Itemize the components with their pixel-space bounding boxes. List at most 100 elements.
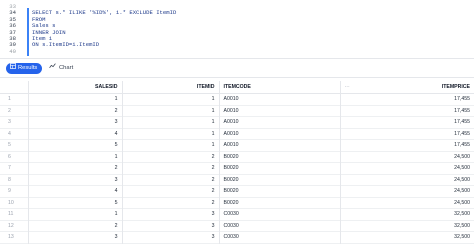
cell-salesid[interactable]: 4	[28, 128, 123, 140]
cell-salesid[interactable]: 1	[28, 208, 123, 220]
row-number[interactable]: 10	[0, 197, 29, 209]
column-header-itemcode[interactable]: ITEMCODE	[219, 81, 341, 94]
cell-salesid[interactable]: 2	[28, 220, 123, 232]
code-text[interactable]: ON s.ItemID=i.ItemID	[32, 41, 99, 48]
cell-itemid[interactable]: 2	[122, 185, 220, 197]
sql-editor[interactable]: 33 34 SELECT s.* ILIKE '%ID%', i.* EXCLUDE…	[0, 0, 474, 58]
cell-itemprice[interactable]: 24,500	[340, 163, 474, 175]
cell-itemprice[interactable]: 17,455	[340, 128, 474, 140]
cell-itemprice[interactable]: 32,500	[340, 209, 474, 221]
table-grid-icon	[10, 63, 16, 74]
table-row[interactable]: 10 5 2 B0020 24,500	[0, 197, 474, 209]
cell-itemprice[interactable]: 32,500	[340, 220, 474, 232]
cell-itemcode[interactable]: A0010	[219, 139, 341, 151]
cell-salesid[interactable]: 2	[28, 105, 123, 117]
code-text[interactable]: SELECT s.* ILIKE '%ID%', i.* EXCLUDE Ite…	[32, 9, 176, 16]
cell-itemid[interactable]: 1	[122, 116, 220, 128]
cell-salesid[interactable]: 3	[28, 231, 123, 243]
row-number[interactable]: 7	[0, 162, 29, 174]
cell-salesid[interactable]: 5	[28, 197, 123, 209]
table-row[interactable]: 12 2 3 C0030 32,500	[0, 220, 474, 232]
row-number[interactable]: 6	[0, 151, 29, 163]
row-number[interactable]: 3	[0, 116, 29, 128]
cell-itemcode[interactable]: B0020	[219, 197, 341, 209]
cell-itemcode[interactable]: B0020	[219, 162, 341, 174]
cell-itemid[interactable]: 3	[122, 231, 220, 243]
cell-itemid[interactable]: 1	[122, 128, 220, 140]
cell-itemid[interactable]: 1	[122, 93, 220, 105]
tab-chart-label: Chart	[59, 65, 74, 71]
table-header-row: SALESID ITEMID ITEMCODE ··· ITEMPRICE	[0, 81, 474, 94]
cell-salesid[interactable]: 4	[28, 185, 123, 197]
table-row[interactable]: 8 3 2 B0020 24,500	[0, 174, 474, 186]
editor-results-divider[interactable]	[0, 58, 474, 59]
cell-itemcode[interactable]: B0020	[219, 151, 341, 163]
cell-itemprice[interactable]: 32,500	[340, 232, 474, 244]
table-row[interactable]: 2 2 1 A0010 17,455	[0, 105, 474, 117]
row-number[interactable]: 12	[0, 220, 29, 232]
column-header-itemprice-label: ITEMPRICE	[441, 84, 470, 90]
cell-itemcode[interactable]: A0010	[219, 93, 341, 105]
cell-itemprice[interactable]: 24,500	[340, 174, 474, 186]
line-number: 40	[9, 47, 16, 55]
cell-itemid[interactable]: 1	[122, 139, 220, 151]
cell-itemcode[interactable]: B0020	[219, 185, 341, 197]
table-row[interactable]: 13 3 3 C0030 32,500	[0, 231, 474, 244]
table-row[interactable]: 7 2 2 B0020 24,500	[0, 162, 474, 175]
cell-salesid[interactable]: 1	[28, 93, 123, 105]
cell-salesid[interactable]: 1	[28, 151, 123, 163]
cell-salesid[interactable]: 3	[28, 174, 123, 186]
row-number[interactable]: 1	[0, 93, 29, 105]
editor-line[interactable]: 40	[0, 48, 16, 55]
column-header-salesid[interactable]: SALESID	[28, 81, 123, 94]
cell-itemprice[interactable]: 17,455	[340, 94, 474, 106]
row-number[interactable]: 2	[0, 105, 29, 117]
row-number[interactable]: 5	[0, 139, 29, 151]
line-chart-icon	[49, 63, 56, 74]
row-number[interactable]: 8	[0, 174, 29, 186]
table-row[interactable]: 6 1 2 B0020 24,500	[0, 151, 474, 163]
table-row[interactable]: 1 1 1 A0010 17,455	[0, 93, 474, 106]
cell-itemcode[interactable]: C0030	[219, 208, 341, 220]
tab-results-label: Results	[18, 65, 38, 71]
cell-itemid[interactable]: 2	[122, 162, 220, 174]
table-row[interactable]: 5 5 1 A0010 17,455	[0, 139, 474, 152]
cell-salesid[interactable]: 3	[28, 116, 123, 128]
cell-itemcode[interactable]: C0030	[219, 220, 341, 232]
tabs-divider	[0, 77, 474, 78]
column-menu-icon[interactable]: ···	[345, 81, 350, 93]
tab-chart[interactable]: Chart	[49, 63, 73, 74]
cell-itemid[interactable]: 2	[122, 197, 220, 209]
cell-itemcode[interactable]: B0020	[219, 174, 341, 186]
result-tabs: Results Chart	[0, 62, 474, 78]
cell-itemcode[interactable]: A0010	[219, 116, 341, 128]
cell-itemprice[interactable]: 17,455	[340, 140, 474, 152]
cell-itemid[interactable]: 3	[122, 208, 220, 220]
row-number[interactable]: 11	[0, 208, 29, 220]
cell-itemprice[interactable]: 24,500	[340, 186, 474, 198]
table-row[interactable]: 11 1 3 C0030 32,500	[0, 208, 474, 221]
table-row[interactable]: 3 3 1 A0010 17,455	[0, 116, 474, 129]
cell-itemcode[interactable]: C0030	[219, 231, 341, 243]
tab-results[interactable]: Results	[6, 63, 43, 74]
column-header-itemid[interactable]: ITEMID	[122, 81, 220, 94]
cell-salesid[interactable]: 2	[28, 162, 123, 174]
row-number[interactable]: 13	[0, 231, 29, 243]
cell-itemprice[interactable]: 24,500	[340, 197, 474, 209]
table-row[interactable]: 9 4 2 B0020 24,500	[0, 185, 474, 198]
cell-salesid[interactable]: 5	[28, 139, 123, 151]
cell-itemprice[interactable]: 17,455	[340, 105, 474, 117]
cell-itemid[interactable]: 3	[122, 220, 220, 232]
cell-itemid[interactable]: 2	[122, 151, 220, 163]
cell-itemcode[interactable]: A0010	[219, 128, 341, 140]
cell-itemid[interactable]: 2	[122, 174, 220, 186]
table-row[interactable]: 4 4 1 A0010 17,455	[0, 128, 474, 140]
cell-itemprice[interactable]: 17,455	[340, 117, 474, 129]
cell-itemid[interactable]: 1	[122, 105, 220, 117]
row-number-header	[0, 81, 29, 94]
cell-itemprice[interactable]: 24,500	[340, 151, 474, 163]
row-number[interactable]: 4	[0, 128, 29, 140]
row-number[interactable]: 9	[0, 185, 29, 197]
column-header-itemprice[interactable]: ··· ITEMPRICE	[340, 81, 474, 94]
cell-itemcode[interactable]: A0010	[219, 105, 341, 117]
